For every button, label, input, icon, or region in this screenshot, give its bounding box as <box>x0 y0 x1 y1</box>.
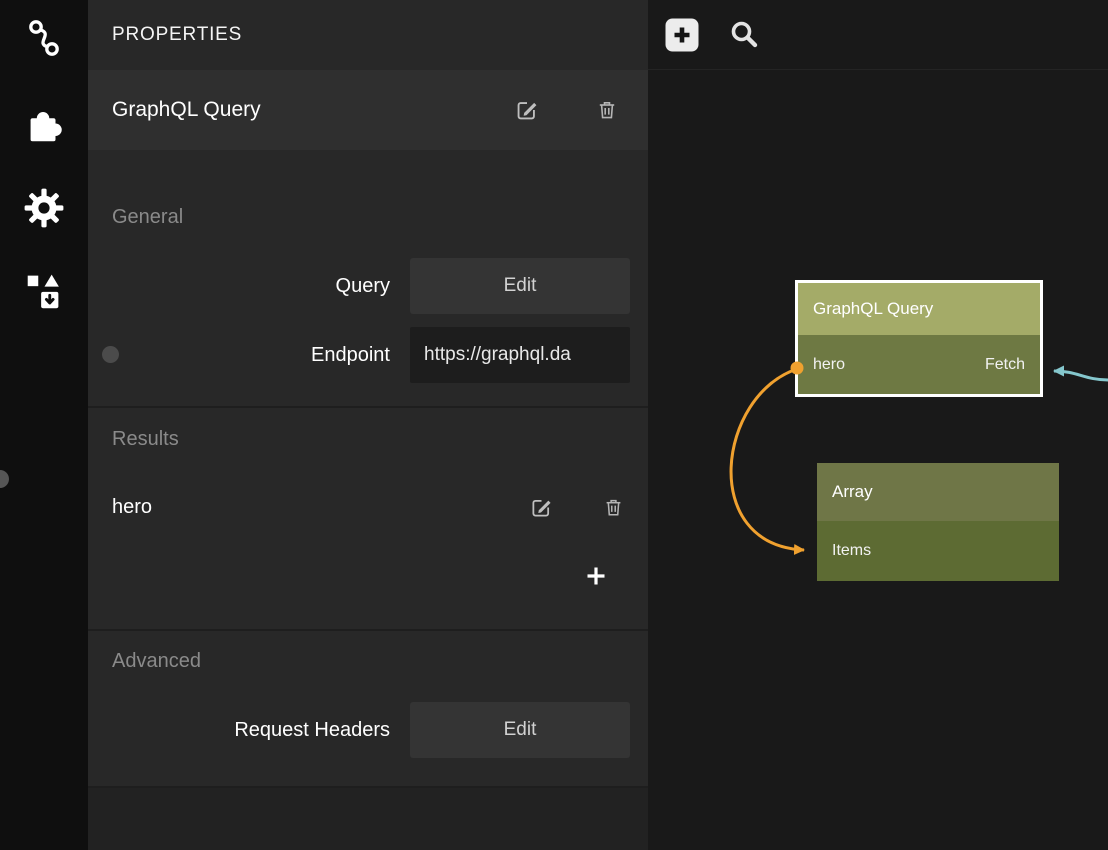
result-row-hero: hero <box>88 487 648 527</box>
selected-node-title: GraphQL Query <box>112 98 460 122</box>
node-port-row: hero Fetch <box>798 335 1040 394</box>
delete-icon <box>595 98 619 122</box>
activity-bar <box>0 0 88 850</box>
connection-hero-to-items <box>731 369 804 550</box>
input-port-fetch[interactable]: Fetch <box>985 356 1025 374</box>
result-name: hero <box>112 496 482 519</box>
node-canvas[interactable]: GraphQL Query hero Fetch Array Items <box>648 0 1108 850</box>
request-headers-label: Request Headers <box>88 702 410 758</box>
panel-footer-area <box>88 788 648 850</box>
connection-layer <box>648 0 1108 850</box>
plugins-icon <box>21 101 67 147</box>
section-label-advanced: Advanced <box>112 650 201 673</box>
delete-node-button[interactable] <box>594 97 620 123</box>
components-icon <box>21 267 67 313</box>
node-title: GraphQL Query <box>813 299 933 319</box>
connection-fetch-input <box>1054 371 1108 380</box>
settings-icon <box>22 186 66 230</box>
node-title-bar: Array <box>817 463 1059 521</box>
canvas-toolbar <box>648 0 1108 70</box>
section-label-general: General <box>112 206 183 229</box>
plus-icon <box>584 564 608 588</box>
node-port-row: Items <box>817 521 1059 581</box>
query-label: Query <box>88 258 410 314</box>
rename-node-button[interactable] <box>514 97 540 123</box>
node-title-bar: GraphQL Query <box>798 283 1040 335</box>
add-node-button[interactable] <box>665 18 699 52</box>
delete-icon <box>602 496 625 519</box>
section-divider <box>88 406 648 408</box>
node-graphql-query[interactable]: GraphQL Query hero Fetch <box>795 280 1043 397</box>
rename-result-button[interactable] <box>528 494 554 520</box>
app-window: PROPERTIES GraphQL Query <box>0 0 1108 850</box>
properties-header-label: PROPERTIES <box>112 24 242 46</box>
query-edit-button[interactable]: Edit <box>410 258 630 314</box>
search-icon <box>729 20 759 50</box>
input-port-items[interactable]: Items <box>832 542 871 560</box>
endpoint-label: Endpoint <box>88 327 410 383</box>
node-graph-icon <box>22 16 66 60</box>
selected-node-header-row: GraphQL Query <box>88 70 648 150</box>
sidebar-item-nodes[interactable] <box>0 12 88 64</box>
node-array[interactable]: Array Items <box>817 463 1059 581</box>
properties-panel-title: PROPERTIES <box>88 0 648 70</box>
edit-icon <box>529 495 554 520</box>
sidebar-item-plugins[interactable] <box>0 98 88 150</box>
left-edge-handle[interactable] <box>0 470 9 488</box>
output-port-hero[interactable]: hero <box>813 356 845 374</box>
section-label-results: Results <box>112 428 179 451</box>
endpoint-input[interactable] <box>410 327 630 383</box>
delete-result-button[interactable] <box>600 494 626 520</box>
edit-icon <box>514 97 540 123</box>
properties-panel: PROPERTIES GraphQL Query <box>88 0 648 850</box>
search-button[interactable] <box>727 18 761 52</box>
request-headers-edit-button[interactable]: Edit <box>410 702 630 758</box>
section-divider <box>88 629 648 631</box>
node-title: Array <box>832 482 873 502</box>
sidebar-item-settings[interactable] <box>0 182 88 234</box>
sidebar-item-components[interactable] <box>0 264 88 316</box>
add-result-button[interactable] <box>580 560 612 592</box>
add-node-icon <box>665 18 699 52</box>
